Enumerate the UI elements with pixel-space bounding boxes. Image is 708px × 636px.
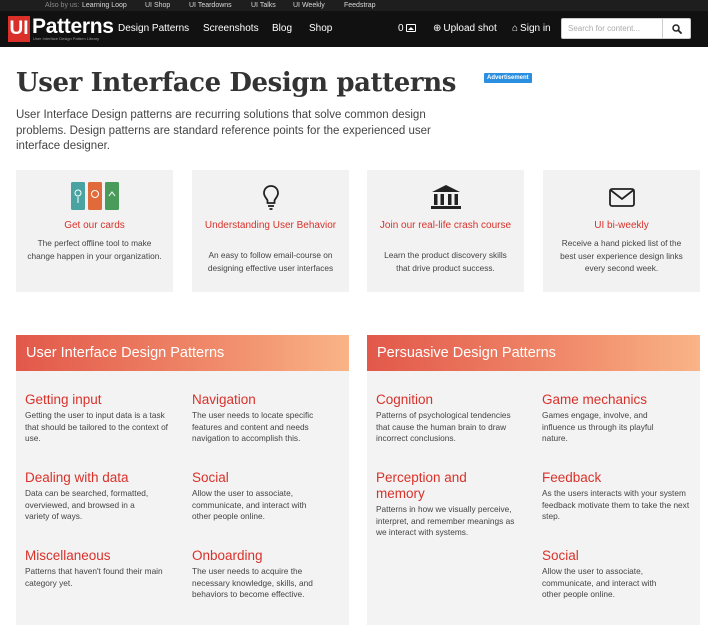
pattern-desc: Getting the user to input data is a task… xyxy=(25,410,168,443)
card-get-our-cards[interactable]: Get our cards The perfect offline tool t… xyxy=(16,170,173,292)
card-desc: The perfect offline tool to make change … xyxy=(27,238,162,261)
promo-link-ui-talks[interactable]: UI Talks xyxy=(251,0,276,11)
pattern-title: Feedback xyxy=(542,470,602,485)
signin-label: Sign in xyxy=(520,23,551,34)
nav-screenshots[interactable]: Screenshots xyxy=(203,11,259,47)
pattern-title: Getting input xyxy=(25,392,102,407)
ui-patterns-panel: User Interface Design Patterns Getting i… xyxy=(16,335,349,625)
pattern-desc: Patterns that haven't found their main c… xyxy=(25,566,163,588)
also-by-label: Also by us: xyxy=(45,2,80,9)
promo-link-ui-weekly[interactable]: UI Weekly xyxy=(293,0,325,11)
card-desc: An easy to follow email-course on design… xyxy=(207,250,334,273)
nav-sign-in[interactable]: ⌂ Sign in xyxy=(512,11,551,47)
pattern-desc: Allow the user to associate, communicate… xyxy=(542,566,657,599)
persuasive-patterns-panel: Persuasive Design Patterns Cognition Pat… xyxy=(367,335,700,625)
pattern-dealing-with-data[interactable]: Dealing with data Data can be searched, … xyxy=(25,470,175,523)
pattern-title: Social xyxy=(192,470,229,485)
card-title: Understanding User Behavior xyxy=(204,220,337,231)
search-button[interactable] xyxy=(663,18,691,39)
pattern-desc: Data can be searched, formatted, overvie… xyxy=(25,488,149,521)
cross-promo-bar: Also by us: Learning Loop UI Shop UI Tea… xyxy=(0,0,708,11)
promo-link-ui-shop[interactable]: UI Shop xyxy=(145,0,170,11)
search-input[interactable] xyxy=(561,18,663,39)
ui-patterns-header[interactable]: User Interface Design Patterns xyxy=(16,335,349,371)
pattern-miscellaneous[interactable]: Miscellaneous Patterns that haven't foun… xyxy=(25,548,175,589)
pattern-title: Social xyxy=(542,548,579,563)
pattern-desc: Allow the user to associate, communicate… xyxy=(192,488,307,521)
upload-label: Upload shot xyxy=(443,23,497,34)
pattern-title: Game mechanics xyxy=(542,392,648,407)
card-understanding-user-behavior[interactable]: Understanding User Behavior An easy to f… xyxy=(192,170,349,292)
card-crash-course[interactable]: Join our real-life crash course Learn th… xyxy=(367,170,524,292)
pattern-desc: Patterns of psychological tendencies tha… xyxy=(376,410,511,443)
search-icon xyxy=(672,24,682,34)
shots-count: 0 xyxy=(398,23,404,34)
bank-icon xyxy=(367,180,524,216)
card-ui-bi-weekly[interactable]: UI bi-weekly Receive a hand picked list … xyxy=(543,170,700,292)
nav-design-patterns[interactable]: Design Patterns xyxy=(118,11,189,47)
pattern-feedback[interactable]: Feedback As the users interacts with you… xyxy=(542,470,692,523)
pattern-desc: Games engage, involve, and influence us … xyxy=(542,410,654,443)
pattern-desc: As the users interacts with your system … xyxy=(542,488,690,521)
nav-blog[interactable]: Blog xyxy=(272,11,292,47)
pattern-onboarding[interactable]: Onboarding The user needs to acquire the… xyxy=(192,548,342,601)
page-title: User Interface Design patterns xyxy=(16,68,456,98)
logo-tagline: User Interface Design Pattern Library xyxy=(33,36,100,41)
image-icon xyxy=(405,24,416,32)
nav-my-shots[interactable]: 0 xyxy=(398,11,416,47)
pattern-title: Perception and memory xyxy=(376,470,467,501)
pattern-cognition[interactable]: Cognition Patterns of psychological tend… xyxy=(376,392,526,445)
home-icon: ⌂ xyxy=(512,23,519,34)
card-title: UI bi-weekly xyxy=(594,220,649,231)
cards-icon xyxy=(16,180,173,216)
pattern-getting-input[interactable]: Getting input Getting the user to input … xyxy=(25,392,175,445)
card-title: Get our cards xyxy=(64,220,125,231)
envelope-icon xyxy=(543,180,700,216)
pattern-perception-and-memory[interactable]: Perception and memory Patterns in how we… xyxy=(376,470,526,539)
nav-upload-shot[interactable]: ⊕ Upload shot xyxy=(433,11,497,47)
pattern-title: Miscellaneous xyxy=(25,548,111,563)
pattern-game-mechanics[interactable]: Game mechanics Games engage, involve, an… xyxy=(542,392,692,445)
pattern-title: Cognition xyxy=(376,392,434,407)
pattern-desc: Patterns in how we visually perceive, in… xyxy=(376,504,515,537)
card-title: Join our real-life crash course xyxy=(379,220,512,231)
nav-shop[interactable]: Shop xyxy=(309,11,332,47)
promo-link-ui-teardowns[interactable]: UI Teardowns xyxy=(189,0,232,11)
pattern-social-persuasive[interactable]: Social Allow the user to associate, comm… xyxy=(542,548,692,601)
pattern-desc: The user needs to locate specific featur… xyxy=(192,410,314,443)
pattern-title: Onboarding xyxy=(192,548,263,563)
lightbulb-icon xyxy=(192,180,349,216)
card-desc: Learn the product discovery skills that … xyxy=(384,250,507,273)
pattern-desc: The user needs to acquire the necessary … xyxy=(192,566,313,599)
pattern-title: Navigation xyxy=(192,392,256,407)
promo-link-feedstrap[interactable]: Feedstrap xyxy=(344,0,376,11)
logo-ui-mark: UI xyxy=(8,16,30,42)
intro-paragraph: User Interface Design patterns are recur… xyxy=(16,109,431,152)
promo-link-learning-loop[interactable]: Learning Loop xyxy=(82,0,127,11)
plus-circle-icon: ⊕ xyxy=(433,23,442,34)
pattern-navigation[interactable]: Navigation The user needs to locate spec… xyxy=(192,392,342,445)
pattern-title: Dealing with data xyxy=(25,470,129,485)
advertisement-badge[interactable]: Advertisement xyxy=(484,73,532,83)
card-desc: Receive a hand picked list of the best u… xyxy=(560,238,683,273)
persuasive-patterns-header[interactable]: Persuasive Design Patterns xyxy=(367,335,700,371)
pattern-social[interactable]: Social Allow the user to associate, comm… xyxy=(192,470,342,523)
